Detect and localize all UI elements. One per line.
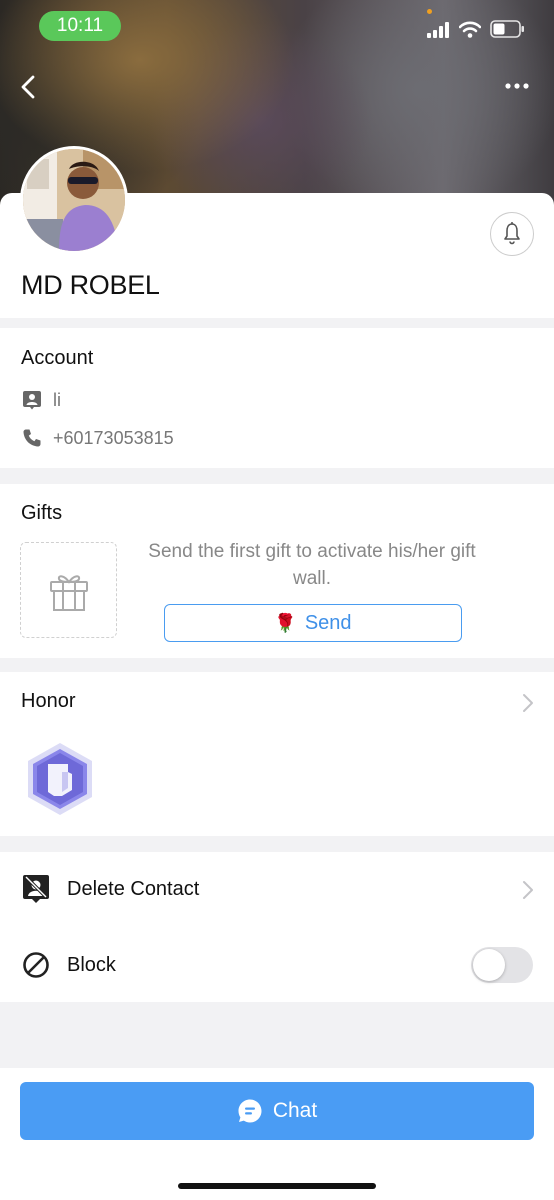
chevron-left-icon	[21, 75, 35, 99]
contact-actions-section: Delete Contact Block	[0, 852, 554, 1002]
honor-title: Honor	[21, 690, 76, 712]
honor-badge-icon	[28, 743, 92, 815]
status-time: 10:11	[39, 11, 121, 41]
status-bar: 10:11	[0, 0, 554, 50]
avatar-photo	[23, 149, 125, 251]
notification-bell-button[interactable]	[490, 212, 534, 256]
battery-icon	[490, 20, 524, 38]
block-row: Block	[21, 950, 116, 980]
gift-wall-message: Send the first gift to activate his/her …	[148, 541, 476, 589]
send-gift-button[interactable]: 🌹 Send	[164, 604, 462, 642]
more-dots-icon	[505, 83, 529, 89]
gifts-title: Gifts	[21, 502, 63, 524]
account-phone-value[interactable]: +60173053815	[53, 428, 174, 449]
delete-contact-label: Delete Contact	[67, 877, 200, 900]
back-button[interactable]	[14, 72, 44, 102]
chevron-right-icon	[523, 881, 533, 899]
account-section: Account li +60173053815	[0, 328, 554, 468]
honor-section[interactable]: Honor	[0, 672, 554, 836]
block-label: Block	[67, 953, 116, 976]
delete-contact-icon	[21, 874, 51, 904]
toggle-knob	[473, 949, 505, 981]
chat-bubble-icon	[237, 1098, 263, 1124]
gifts-section: Gifts Send the first gift to activate hi…	[0, 484, 554, 658]
phone-icon	[21, 427, 43, 449]
profile-name: MD ROBEL	[21, 270, 160, 300]
chevron-right-icon	[523, 694, 533, 712]
block-icon	[21, 950, 51, 980]
account-id-row: li	[21, 389, 61, 411]
send-gift-label: Send	[304, 611, 352, 634]
gift-icon	[49, 575, 88, 611]
chat-button-label: Chat	[272, 1099, 318, 1122]
more-options-button[interactable]	[500, 74, 536, 98]
wifi-icon	[459, 21, 481, 38]
gift-wall-placeholder	[20, 542, 117, 638]
account-phone-row: +60173053815	[21, 427, 174, 449]
bottom-bar: Chat	[0, 1068, 554, 1200]
chat-button[interactable]: Chat	[20, 1082, 534, 1140]
home-indicator	[178, 1183, 376, 1189]
block-toggle[interactable]	[471, 947, 533, 983]
avatar[interactable]	[20, 146, 128, 254]
account-title: Account	[21, 347, 94, 369]
account-id-value: li	[53, 389, 61, 410]
delete-contact-row[interactable]: Delete Contact	[21, 874, 199, 904]
cellular-signal-icon	[427, 22, 449, 38]
contact-card-icon	[21, 389, 43, 411]
rose-icon: 🌹	[274, 612, 297, 633]
privacy-indicator	[427, 9, 432, 14]
bell-icon	[504, 222, 520, 245]
